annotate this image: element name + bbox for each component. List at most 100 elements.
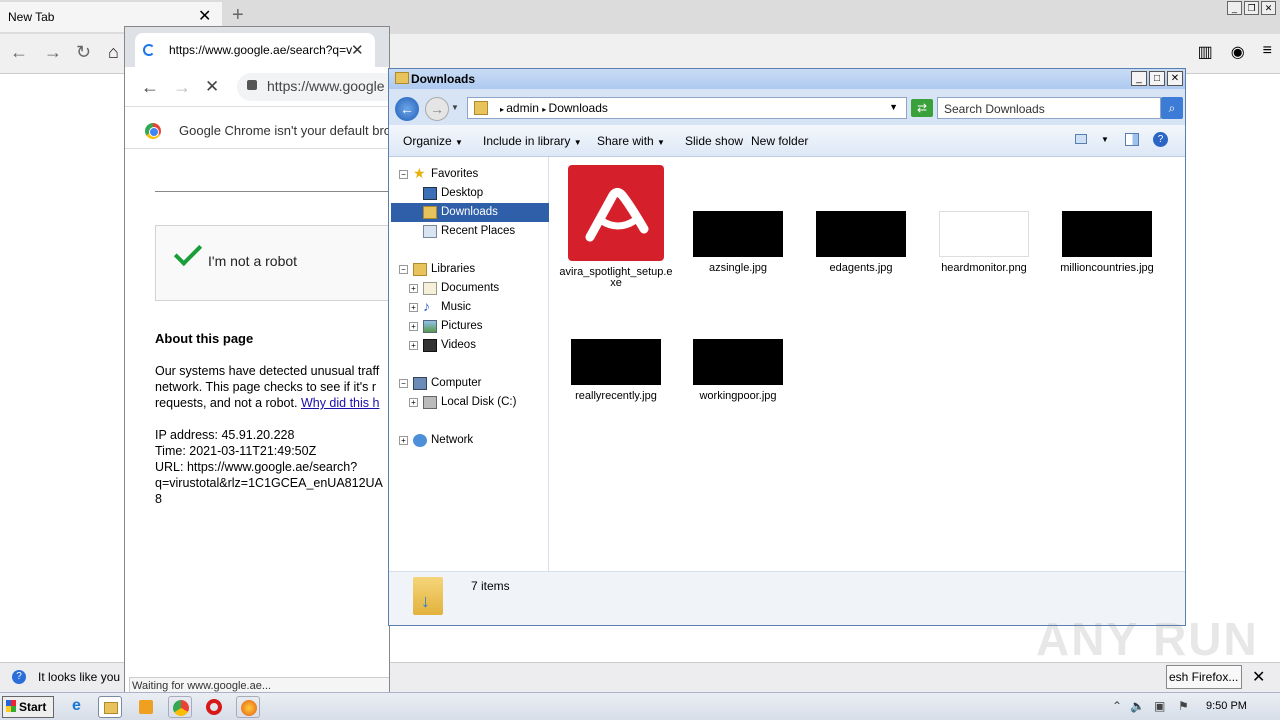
firefox-tab-close-icon[interactable]: ✕ (198, 6, 211, 26)
file-list: avira_spotlight_setup.exe azsingle.jpg e… (551, 157, 1183, 571)
chrome-forward-icon[interactable]: → (173, 77, 191, 98)
nav-favorites[interactable]: − ★ Favorites (391, 165, 549, 184)
file-item-reallyrecently[interactable]: reallyrecently.jpg (557, 339, 675, 402)
nav-downloads[interactable]: Downloads (391, 203, 549, 222)
chrome-omnibox[interactable]: https://www.google (237, 73, 389, 101)
file-item-azsingle[interactable]: azsingle.jpg (679, 211, 797, 274)
nav-documents[interactable]: + Documents (391, 279, 549, 298)
taskbar-media-player-icon[interactable] (134, 696, 158, 718)
taskbar-chrome-icon[interactable] (168, 696, 192, 718)
share-with-button[interactable]: Share with ▼ (597, 134, 665, 148)
close-icon[interactable]: ✕ (1167, 71, 1183, 86)
firefox-reload-icon[interactable]: ↻ (76, 42, 91, 63)
volume-icon[interactable]: 🔈 (1130, 699, 1145, 713)
taskbar (0, 692, 1280, 720)
image-thumbnail (693, 339, 783, 385)
file-name: azsingle.jpg (708, 262, 768, 274)
chrome-back-icon[interactable]: ← (141, 77, 159, 98)
file-item-millioncountries[interactable]: millioncountries.jpg (1048, 211, 1166, 274)
refresh-firefox-button[interactable]: esh Firefox... (1166, 665, 1242, 689)
address-dropdown-icon[interactable]: ▼ (889, 102, 898, 112)
nav-music[interactable]: + ♪ Music (391, 298, 549, 317)
window-title: Downloads (411, 72, 476, 86)
view-dropdown-icon[interactable]: ▼ (1101, 135, 1109, 144)
nav-videos[interactable]: + Videos (391, 336, 549, 355)
firefox-right-toolbar: ▥ ◉ ≡ (1198, 42, 1272, 62)
file-name: reallyrecently.jpg (575, 390, 657, 402)
close-icon[interactable]: ✕ (1261, 1, 1276, 15)
chrome-tab-close-icon[interactable]: ✕ (351, 41, 364, 59)
image-thumbnail (939, 211, 1029, 257)
file-item-heardmonitor[interactable]: heardmonitor.png (925, 211, 1043, 274)
breadcrumb-downloads[interactable]: Downloads (549, 101, 608, 115)
image-thumbnail (693, 211, 783, 257)
notification-close-icon[interactable]: ✕ (1252, 667, 1265, 687)
file-name: workingpoor.jpg (699, 390, 777, 402)
help-icon[interactable]: ? (1153, 132, 1168, 147)
nav-libraries[interactable]: − Libraries (391, 260, 549, 279)
firefox-forward-icon[interactable]: → (44, 42, 62, 63)
restore-icon[interactable]: ❐ (1244, 1, 1259, 15)
url-line: 8 (155, 492, 162, 506)
menu-icon[interactable]: ≡ (1263, 42, 1272, 62)
why-link[interactable]: Why did this h (301, 396, 380, 410)
nav-local-disk[interactable]: + Local Disk (C:) (391, 393, 549, 412)
firefox-back-icon[interactable]: ← (10, 42, 28, 63)
firefox-notification-text: It looks like you h (38, 670, 131, 684)
nav-recent-places[interactable]: Recent Places (391, 222, 549, 241)
account-icon[interactable]: ◉ (1231, 42, 1245, 62)
organize-button[interactable]: Organize ▼ (403, 134, 463, 148)
tray-expand-icon[interactable]: ⌃ (1112, 699, 1122, 713)
nav-computer[interactable]: − Computer (391, 374, 549, 393)
pictures-icon (423, 320, 437, 333)
page-body-text: Our systems have detected unusual traff … (155, 363, 389, 507)
address-bar[interactable]: ▸ admin ▸ Downloads ▼ (467, 97, 907, 119)
divider (155, 191, 389, 192)
include-in-library-button[interactable]: Include in library ▼ (483, 134, 582, 148)
file-item-workingpoor[interactable]: workingpoor.jpg (679, 339, 797, 402)
sidebar-icon[interactable]: ▥ (1198, 42, 1213, 62)
ip-address: IP address: 45.91.20.228 (155, 428, 295, 442)
chrome-tab[interactable]: https://www.google.ae/search?q=v (135, 33, 375, 67)
minimize-icon[interactable]: _ (1227, 1, 1242, 15)
minimize-icon[interactable]: _ (1131, 71, 1147, 86)
nav-network[interactable]: + Network (391, 431, 549, 450)
about-heading: About this page (155, 331, 254, 346)
forward-icon[interactable]: → (425, 97, 449, 121)
maximize-icon[interactable]: □ (1149, 71, 1165, 86)
libraries-icon (413, 263, 427, 276)
search-input[interactable]: Search Downloads (937, 97, 1161, 119)
breadcrumb-admin[interactable]: admin (506, 101, 539, 115)
new-folder-button[interactable]: New folder (751, 134, 808, 148)
nav-desktop[interactable]: Desktop (391, 184, 549, 203)
firefox-new-tab-button[interactable]: + (232, 4, 244, 27)
chrome-stop-icon[interactable]: ✕ (205, 77, 219, 97)
search-icon[interactable]: ⌕ (1161, 97, 1183, 119)
recent-pages-chevron-icon[interactable]: ▼ (451, 103, 459, 112)
explorer-titlebar[interactable] (389, 69, 1185, 89)
firefox-home-icon[interactable]: ⌂ (108, 42, 119, 63)
preview-pane-icon[interactable] (1125, 133, 1139, 146)
chrome-new-tab-button[interactable]: + (389, 39, 390, 60)
file-item-edagents[interactable]: edagents.jpg (802, 211, 920, 274)
lock-icon (247, 80, 257, 90)
nav-pictures[interactable]: + Pictures (391, 317, 549, 336)
url-line: URL: https://www.google.ae/search? (155, 460, 358, 474)
taskbar-explorer-icon[interactable] (98, 696, 122, 718)
taskbar-firefox-icon[interactable] (236, 696, 260, 718)
file-item-avira[interactable]: avira_spotlight_setup.exe (557, 165, 675, 289)
back-icon[interactable]: ← (395, 97, 419, 121)
avira-icon (568, 165, 664, 261)
slide-show-button[interactable]: Slide show (685, 134, 743, 148)
change-view-icon[interactable] (1075, 134, 1087, 144)
file-name: millioncountries.jpg (1060, 262, 1154, 274)
desktop-icon (423, 187, 437, 200)
action-center-flag-icon[interactable]: ⚑ (1178, 699, 1189, 713)
taskbar-opera-icon[interactable] (202, 696, 226, 718)
network-tray-icon[interactable]: ▣ (1154, 699, 1165, 713)
taskbar-ie-icon[interactable]: e (68, 696, 92, 718)
clock[interactable]: 9:50 PM (1206, 700, 1247, 712)
file-name: edagents.jpg (829, 262, 893, 274)
refresh-icon[interactable]: ⇄ (911, 99, 933, 117)
item-count: 7 items (471, 579, 510, 593)
